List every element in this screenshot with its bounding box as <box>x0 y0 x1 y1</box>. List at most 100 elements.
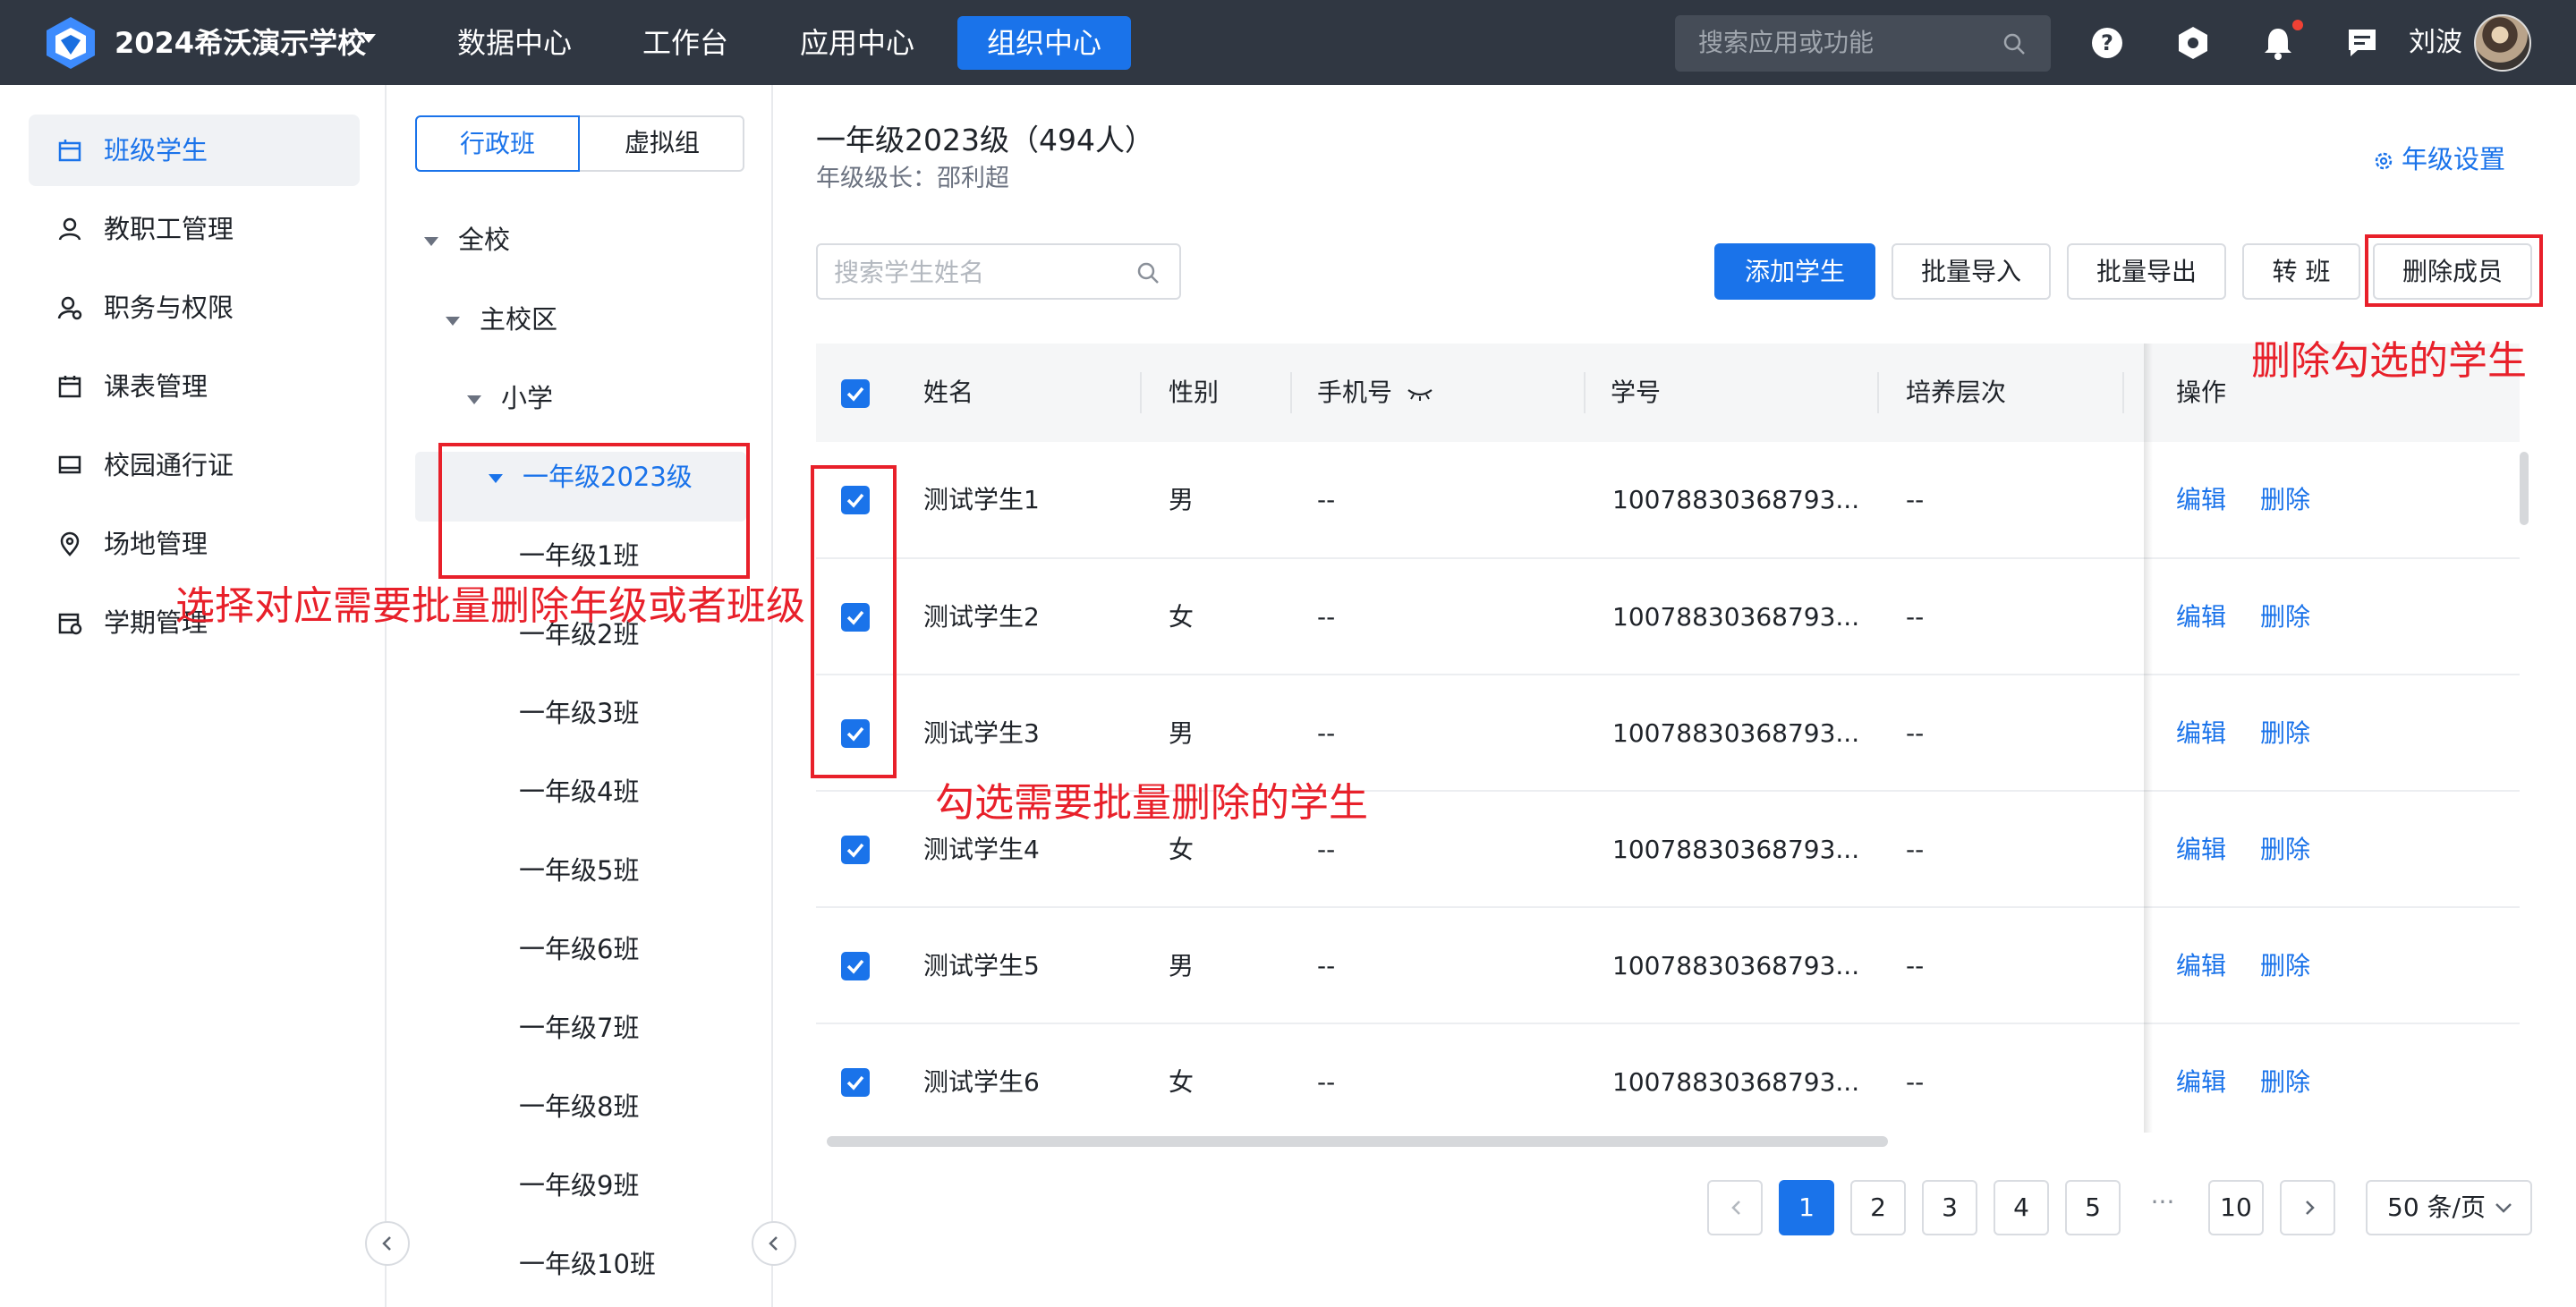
user-name[interactable]: 刘波 <box>2409 23 2462 63</box>
caret-down-icon[interactable] <box>467 395 481 404</box>
sidebar-item-staff[interactable]: 教职工管理 <box>29 193 360 265</box>
vertical-scrollbar[interactable] <box>2520 452 2529 525</box>
school-name[interactable]: 2024希沃演示学校 <box>115 23 366 63</box>
column-header-student-id: 学号 <box>1611 378 1662 407</box>
check-icon <box>846 843 864 858</box>
edit-link[interactable]: 编辑 <box>2176 1065 2226 1100</box>
chat-icon[interactable] <box>2344 25 2380 61</box>
delete-link[interactable]: 删除 <box>2260 599 2310 635</box>
sidebar-item-class-students[interactable]: 班级学生 <box>29 115 360 186</box>
tab-virtual-group[interactable]: 虚拟组 <box>580 115 744 172</box>
select-all-checkbox[interactable] <box>841 379 870 408</box>
tree-node-class[interactable]: 一年级8班 <box>519 1082 639 1132</box>
fixed-column-shadow <box>2144 344 2153 1133</box>
edit-link[interactable]: 编辑 <box>2176 948 2226 984</box>
grade-settings-link[interactable]: 年级设置 <box>2373 141 2505 177</box>
prev-page-button[interactable] <box>1707 1180 1763 1235</box>
cell-gender: 男 <box>1169 485 1194 514</box>
caret-down-icon[interactable] <box>424 237 438 246</box>
chevron-right-icon <box>2306 1201 2315 1215</box>
sidebar-item-venue[interactable]: 场地管理 <box>29 508 360 580</box>
sidebar-item-timetable[interactable]: 课表管理 <box>29 351 360 422</box>
delete-link[interactable]: 删除 <box>2260 1065 2310 1100</box>
edit-link[interactable]: 编辑 <box>2176 599 2226 635</box>
table-row[interactable]: 测试学生6 女 -- 10078830368793... -- 编辑 删除 <box>816 1024 2520 1132</box>
table-row[interactable]: 测试学生3 男 -- 10078830368793... -- 编辑 删除 <box>816 675 2520 792</box>
avatar[interactable] <box>2474 14 2531 72</box>
tree-node-class[interactable]: 一年级7班 <box>519 1003 639 1053</box>
delete-link[interactable]: 删除 <box>2260 482 2310 518</box>
column-divider <box>1140 372 1142 413</box>
caret-down-icon[interactable] <box>446 317 460 326</box>
tree-node-class[interactable]: 一年级9班 <box>519 1160 639 1210</box>
nav-app-center[interactable]: 应用中心 <box>777 16 938 70</box>
row-checkbox[interactable] <box>841 1068 870 1097</box>
tree-node-school[interactable]: 全校 <box>424 215 510 265</box>
edit-link[interactable]: 编辑 <box>2176 832 2226 868</box>
tree-node-class[interactable]: 一年级10班 <box>519 1239 656 1289</box>
row-checkbox[interactable] <box>841 952 870 980</box>
tree-node-class[interactable]: 一年级5班 <box>519 845 639 895</box>
cell-gender: 女 <box>1169 602 1194 632</box>
table-row[interactable]: 测试学生1 男 -- 10078830368793... -- 编辑 删除 <box>816 442 2520 558</box>
page-button[interactable]: 5 <box>2065 1180 2121 1235</box>
batch-import-button[interactable]: 批量导入 <box>1892 243 2051 300</box>
sidebar-item-permissions[interactable]: 职务与权限 <box>29 272 360 344</box>
transfer-class-button[interactable]: 转 班 <box>2242 243 2360 300</box>
nav-org-center[interactable]: 组织中心 <box>957 16 1131 70</box>
page-ellipsis[interactable]: ··· <box>2140 1180 2185 1235</box>
next-page-button[interactable] <box>2280 1180 2335 1235</box>
nav-workbench[interactable]: 工作台 <box>617 16 753 70</box>
edit-link[interactable]: 编辑 <box>2176 482 2226 518</box>
delete-link[interactable]: 删除 <box>2260 716 2310 751</box>
sidebar <box>0 85 387 1307</box>
tree-node-main-campus[interactable]: 主校区 <box>446 294 557 344</box>
tree-node-class[interactable]: 一年级4班 <box>519 767 639 817</box>
tree-node-class[interactable]: 一年级6班 <box>519 924 639 974</box>
page-button[interactable]: 1 <box>1779 1180 1834 1235</box>
check-icon <box>846 386 864 402</box>
cell-student-id: 10078830368793... <box>1612 485 1860 514</box>
cell-student-id: 10078830368793... <box>1612 602 1860 632</box>
sidebar-item-campus-pass[interactable]: 校园通行证 <box>29 429 360 501</box>
column-divider <box>1877 372 1879 413</box>
help-icon[interactable]: ? <box>2089 25 2125 61</box>
batch-export-button[interactable]: 批量导出 <box>2067 243 2226 300</box>
chevron-down-icon[interactable] <box>361 34 376 43</box>
page-button[interactable]: 10 <box>2208 1180 2264 1235</box>
cell-phone: -- <box>1317 718 1336 748</box>
table-row[interactable]: 测试学生5 男 -- 10078830368793... -- 编辑 删除 <box>816 908 2520 1024</box>
search-icon[interactable] <box>1136 261 1160 284</box>
eye-closed-icon[interactable] <box>1406 385 1434 403</box>
page-button[interactable]: 2 <box>1850 1180 1906 1235</box>
svg-text:?: ? <box>2101 30 2113 55</box>
table-row[interactable]: 测试学生2 女 -- 10078830368793... -- 编辑 删除 <box>816 559 2520 675</box>
cell-gender: 女 <box>1169 835 1194 864</box>
add-student-button[interactable]: 添加学生 <box>1714 243 1875 300</box>
row-checkbox[interactable] <box>841 836 870 864</box>
school-logo-icon[interactable] <box>45 15 97 71</box>
delete-link[interactable]: 删除 <box>2260 948 2310 984</box>
student-search-input[interactable] <box>834 252 1120 292</box>
global-search-input[interactable]: 搜索应用或功能 <box>1675 15 2051 72</box>
check-icon <box>846 1075 864 1091</box>
sidebar-item-label: 职务与权限 <box>104 293 234 323</box>
calendar-icon <box>58 376 81 398</box>
student-search-field[interactable] <box>816 243 1181 300</box>
bell-icon[interactable] <box>2260 25 2296 61</box>
page-size-select[interactable]: 50 条/页 <box>2366 1180 2532 1235</box>
collapse-tree-button[interactable] <box>752 1221 796 1266</box>
tab-admin-class[interactable]: 行政班 <box>415 115 580 172</box>
nav-data-center[interactable]: 数据中心 <box>438 16 591 70</box>
column-divider <box>1584 372 1586 413</box>
page-button[interactable]: 3 <box>1922 1180 1977 1235</box>
tree-node-class[interactable]: 一年级3班 <box>519 688 639 738</box>
settings-icon[interactable] <box>2175 25 2211 61</box>
cell-name: 测试学生3 <box>923 718 1040 748</box>
horizontal-scrollbar[interactable] <box>827 1136 1888 1147</box>
delete-link[interactable]: 删除 <box>2260 832 2310 868</box>
edit-link[interactable]: 编辑 <box>2176 716 2226 751</box>
search-icon[interactable] <box>2002 32 2026 55</box>
page-button[interactable]: 4 <box>1994 1180 2049 1235</box>
tree-node-primary[interactable]: 小学 <box>467 373 553 423</box>
